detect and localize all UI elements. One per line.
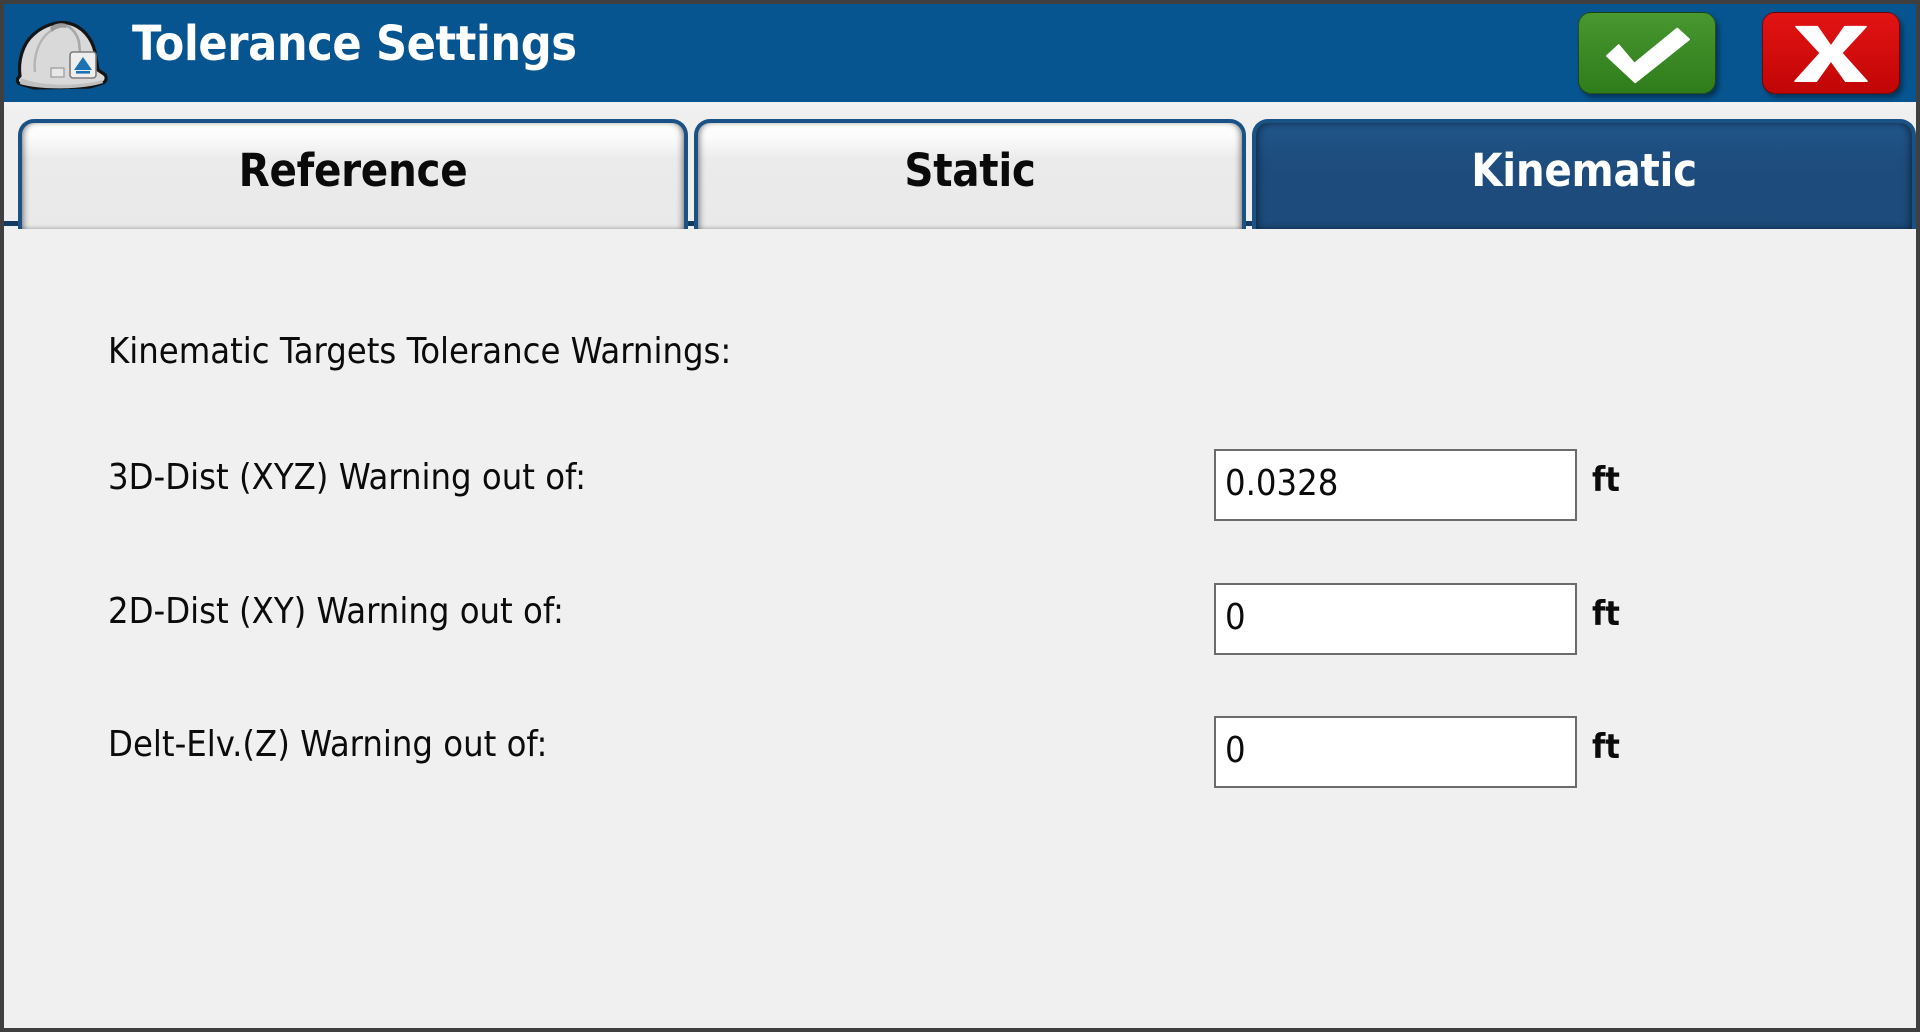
- tab-static[interactable]: Static: [694, 119, 1246, 229]
- checkmark-icon: [1606, 27, 1690, 84]
- input-2d-dist-warning[interactable]: [1214, 583, 1577, 655]
- input-3d-dist-warning[interactable]: [1214, 449, 1577, 521]
- tab-kinematic[interactable]: Kinematic: [1252, 119, 1916, 229]
- tab-reference[interactable]: Reference: [18, 119, 688, 229]
- field-row: 2D-Dist (XY) Warning out of: ft: [4, 583, 1916, 655]
- tab-reference-label: Reference: [238, 144, 468, 197]
- unit-label-3d-dist: ft: [1592, 460, 1620, 500]
- hard-hat-icon: [8, 8, 114, 100]
- accept-button[interactable]: [1578, 12, 1716, 94]
- x-mark-icon: [1794, 25, 1868, 83]
- cancel-button[interactable]: [1762, 12, 1900, 94]
- field-label-delt-elv: Delt-Elv.(Z) Warning out of:: [108, 724, 548, 765]
- tab-strip: Reference Static Kinematic: [4, 108, 1916, 229]
- unit-label-delt-elv: ft: [1592, 727, 1620, 767]
- field-label-3d-dist: 3D-Dist (XYZ) Warning out of:: [108, 457, 587, 498]
- section-heading: Kinematic Targets Tolerance Warnings:: [108, 331, 732, 372]
- field-row: Delt-Elv.(Z) Warning out of: ft: [4, 716, 1916, 788]
- tab-static-label: Static: [904, 144, 1036, 197]
- kinematic-panel: Kinematic Targets Tolerance Warnings: 3D…: [4, 231, 1916, 1028]
- title-bar: Tolerance Settings: [4, 4, 1916, 105]
- field-row: 3D-Dist (XYZ) Warning out of: ft: [4, 449, 1916, 521]
- page-title: Tolerance Settings: [132, 16, 577, 72]
- field-label-2d-dist: 2D-Dist (XY) Warning out of:: [108, 591, 564, 632]
- tab-kinematic-label: Kinematic: [1471, 144, 1697, 197]
- unit-label-2d-dist: ft: [1592, 594, 1620, 634]
- tolerance-settings-window: Tolerance Settings Reference Static Kine…: [0, 0, 1920, 1032]
- input-delt-elv-warning[interactable]: [1214, 716, 1577, 788]
